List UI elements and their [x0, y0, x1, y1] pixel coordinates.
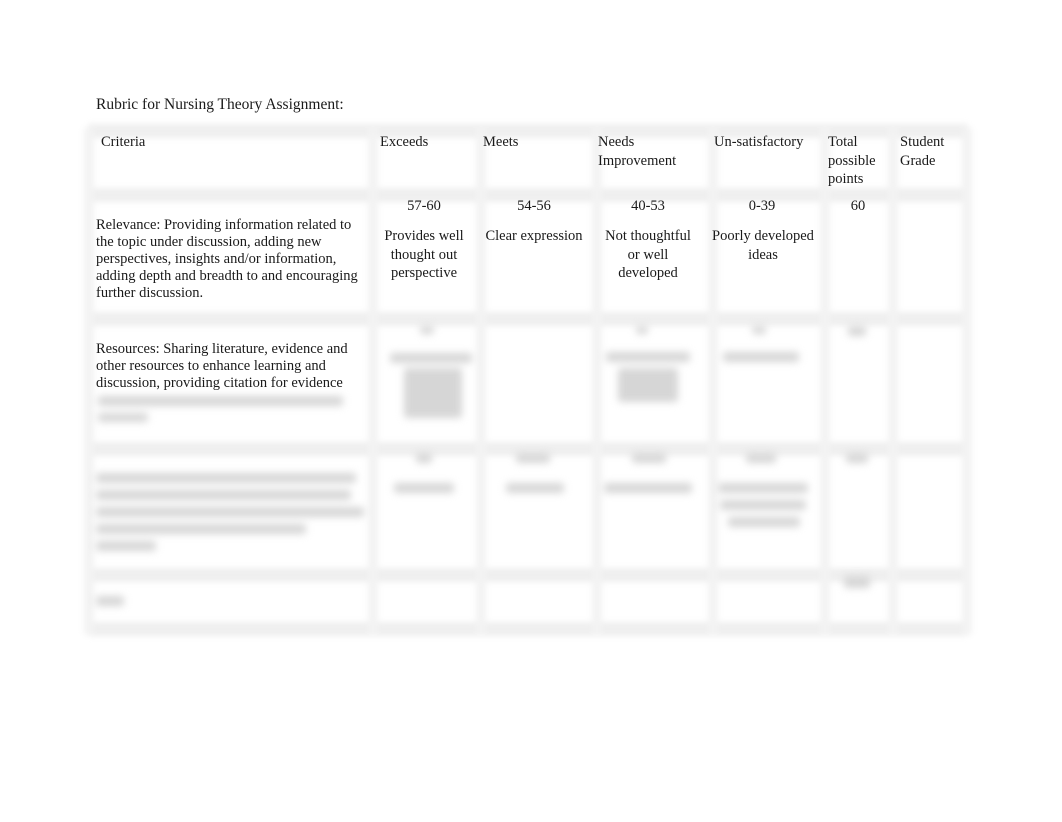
header-student-grade: Student Grade — [900, 134, 945, 169]
header-needs-improvement: Needs Improvement — [598, 134, 677, 169]
header-total-possible-points: Total possible points — [828, 134, 876, 187]
criterion-relevance: Relevance: Providing information related… — [96, 217, 358, 301]
document-title: Rubric for Nursing Theory Assignment: — [96, 96, 344, 113]
header-exceeds: Exceeds — [380, 134, 429, 150]
unsatisfactory-description: Poorly developed ideas — [712, 228, 814, 263]
needs-improvement-range: 40-53 — [631, 198, 665, 214]
exceeds-description: Provides well thought out perspective — [384, 228, 464, 281]
total-points: 60 — [850, 198, 866, 214]
needs-improvement-description: Not thoughtful or well developed — [605, 228, 691, 281]
meets-range: 54-56 — [517, 198, 551, 214]
rubric-table: Criteria Exceeds Meets Needs Improvement… — [84, 124, 972, 636]
meets-description: Clear expression — [485, 228, 583, 244]
header-criteria: Criteria — [101, 134, 146, 150]
unsatisfactory-range: 0-39 — [748, 198, 776, 214]
header-unsatisfactory: Un-satisfactory — [714, 134, 804, 150]
criterion-resources: Resources: Sharing literature, evidence … — [96, 341, 348, 391]
header-meets: Meets — [483, 134, 519, 150]
exceeds-range: 57-60 — [407, 198, 441, 214]
